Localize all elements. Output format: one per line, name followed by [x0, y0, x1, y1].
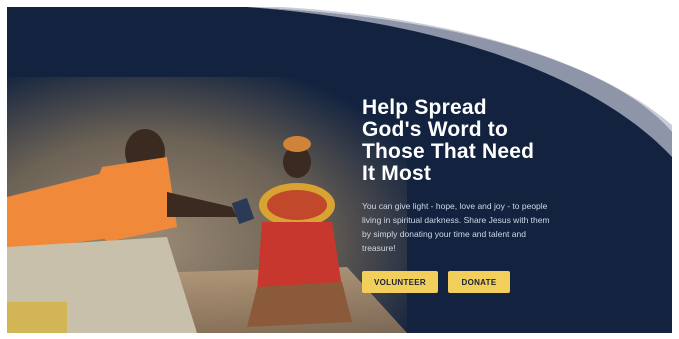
hero-title-line: God's Word to: [362, 118, 509, 141]
volunteer-button[interactable]: VOLUNTEER: [362, 271, 438, 293]
hero-description-line: by simply donating your time and talent …: [362, 229, 526, 239]
hero-photo: [7, 77, 407, 333]
donate-button[interactable]: DONATE: [448, 271, 510, 293]
hero-description-line: living in spiritual darkness. Share Jesu…: [362, 215, 550, 225]
hero-description-line: treasure!: [362, 243, 396, 253]
hero-banner: Help Spread God's Word to Those That Nee…: [7, 7, 672, 333]
hero-content: Help Spread God's Word to Those That Nee…: [362, 97, 662, 293]
hero-title-line: Those That Need: [362, 140, 535, 163]
hero-title-line: Help Spread: [362, 96, 487, 119]
hero-description: You can give light - hope, love and joy …: [362, 199, 567, 255]
hero-description-line: You can give light - hope, love and joy …: [362, 201, 548, 211]
hero-actions: VOLUNTEER DONATE: [362, 271, 662, 293]
hero-title-line: It Most: [362, 162, 432, 185]
hero-title: Help Spread God's Word to Those That Nee…: [362, 97, 662, 185]
